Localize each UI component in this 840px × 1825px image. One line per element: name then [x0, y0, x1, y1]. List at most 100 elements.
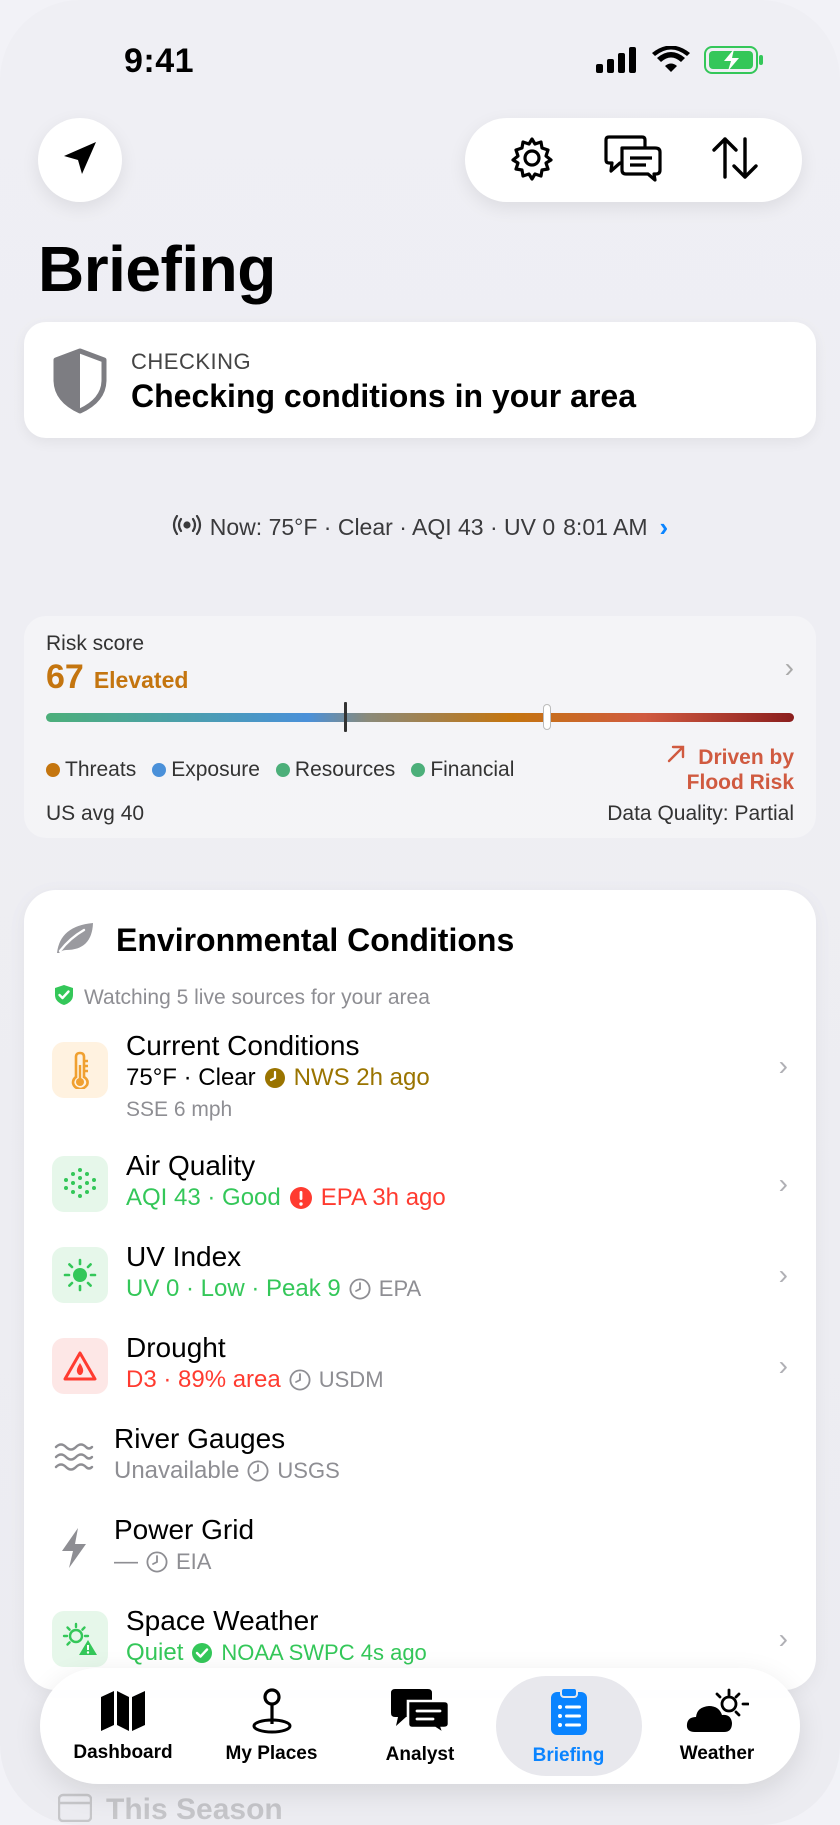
row-value: UV 0 · Low · Peak 9	[126, 1275, 341, 1302]
row-source: EPA	[378, 1276, 422, 1301]
clock-icon	[247, 1460, 269, 1482]
this-season-label: This Season	[106, 1792, 283, 1825]
legend-item-financial: Financial	[411, 758, 514, 782]
row-title: Air Quality	[126, 1150, 256, 1181]
partly-cloudy-icon	[685, 1688, 750, 1739]
map-icon	[99, 1689, 147, 1738]
sort-button[interactable]	[695, 120, 775, 200]
row-value: 75°F · Clear	[126, 1064, 256, 1091]
row-status: AQI 43 · Good EPA 3h ago	[126, 1184, 446, 1212]
sun-icon	[52, 1247, 108, 1303]
clipboard-icon	[549, 1686, 589, 1741]
current-conditions-summary[interactable]: Now: 75°F · Clear · AQI 43 · UV 0 8:01 A…	[0, 512, 840, 543]
legend-item-resources: Resources	[275, 758, 396, 782]
row-title: River Gauges	[114, 1423, 286, 1454]
leaf-icon	[54, 920, 96, 961]
tab-weather[interactable]: Weather	[644, 1676, 790, 1776]
risk-score-knob	[543, 704, 552, 730]
thermometer-icon	[52, 1042, 108, 1098]
risk-label: Risk score	[46, 632, 145, 655]
env-row-uv-index[interactable]: UV Index UV 0 · Low · Peak 9 EPA ›	[24, 1241, 816, 1317]
env-row-air-quality[interactable]: Air Quality AQI 43 · Good EPA 3h ago ›	[24, 1150, 816, 1226]
clock-icon	[349, 1278, 371, 1300]
status-time: 9:41	[124, 42, 195, 80]
chat-button[interactable]	[593, 120, 673, 200]
row-value: Unavailable	[114, 1457, 240, 1484]
env-watching: Watching 5 live sources for your area	[54, 984, 430, 1012]
chevron-right-icon: ›	[778, 1168, 788, 1199]
row-source: USGS	[277, 1458, 340, 1483]
row-value: D3 · 89% area	[126, 1366, 281, 1393]
water-waves-icon	[52, 1429, 96, 1485]
space-weather-icon	[52, 1611, 108, 1667]
tab-label: Dashboard	[73, 1741, 173, 1763]
tab-label: My Places	[225, 1742, 318, 1764]
tab-briefing[interactable]: Briefing	[495, 1676, 642, 1776]
check-shield-icon	[54, 984, 74, 1012]
screen: 9:41 Briefing CHECKING Checking conditio…	[0, 0, 840, 1825]
pin-icon	[248, 1687, 296, 1739]
legend-dot	[275, 763, 290, 777]
risk-score-number: 67	[46, 658, 84, 696]
header-toolbar	[465, 118, 802, 202]
chat-bubbles-icon	[388, 1687, 452, 1740]
lightning-bolt-icon	[52, 1520, 96, 1576]
row-source: NWS 2h ago	[293, 1064, 430, 1091]
now-text: Now: 75°F · Clear · AQI 43 · UV 0	[209, 514, 556, 540]
row-status: Quiet NOAA SWPC 4s ago	[126, 1639, 427, 1667]
row-value: Quiet	[126, 1639, 184, 1666]
row-status: D3 · 89% area USDM	[126, 1366, 384, 1394]
row-source: EPA 3h ago	[320, 1184, 446, 1211]
chevron-right-icon: ›	[778, 1623, 788, 1654]
checkmark-circle-icon	[191, 1642, 213, 1664]
broadcast-icon	[172, 514, 202, 541]
row-title: Drought	[126, 1332, 226, 1363]
row-status: UV 0 · Low · Peak 9 EPA	[126, 1275, 421, 1303]
drought-warning-icon	[52, 1338, 108, 1394]
chevron-right-icon: ›	[659, 512, 669, 542]
row-title: Current Conditions	[126, 1030, 360, 1061]
env-row-river-gauges: River Gauges Unavailable USGS	[24, 1423, 816, 1499]
sort-arrows-icon	[710, 135, 760, 186]
risk-gradient-bar	[46, 713, 794, 722]
clock-icon	[289, 1369, 311, 1391]
row-status: Unavailable USGS	[114, 1457, 340, 1485]
tab-dashboard[interactable]: Dashboard	[50, 1676, 196, 1776]
tab-my-places[interactable]: My Places	[199, 1676, 345, 1776]
env-header: Environmental Conditions	[54, 920, 514, 961]
risk-driver[interactable]: Driven by Flood Risk	[666, 744, 794, 795]
arrow-up-right-icon	[666, 744, 686, 770]
wifi-icon	[652, 45, 690, 79]
checking-title: Checking conditions in your area	[131, 378, 636, 414]
risk-score-card[interactable]: Risk score 67 Elevated › Threats Exposure…	[24, 616, 816, 838]
env-row-drought[interactable]: Drought D3 · 89% area USDM ›	[24, 1332, 816, 1408]
row-value: AQI 43 · Good	[126, 1184, 281, 1211]
row-status: — EIA	[114, 1548, 211, 1576]
chevron-right-icon: ›	[778, 1259, 788, 1290]
row-title: Space Weather	[126, 1605, 319, 1636]
us-average: US avg 40	[46, 802, 145, 825]
tab-label: Briefing	[532, 1744, 605, 1766]
env-row-current-conditions[interactable]: Current Conditions 75°F · Clear NWS 2h a…	[24, 1030, 816, 1130]
row-source: EIA	[176, 1549, 212, 1574]
air-particles-icon	[52, 1156, 108, 1212]
legend-label: Resources	[294, 758, 396, 781]
environmental-conditions-card: Environmental Conditions Watching 5 live…	[24, 890, 816, 1690]
location-arrow-icon	[60, 138, 100, 183]
battery-charging-icon	[704, 46, 764, 79]
checking-card[interactable]: CHECKING Checking conditions in your are…	[24, 322, 816, 438]
legend-item-threats: Threats	[46, 758, 136, 782]
shield-icon	[52, 348, 108, 419]
chevron-right-icon: ›	[784, 652, 794, 683]
tab-label: Weather	[679, 1742, 755, 1764]
status-bar: 9:41	[0, 38, 840, 84]
tab-analyst[interactable]: Analyst	[347, 1676, 493, 1776]
calendar-icon	[57, 1792, 93, 1825]
row-status: 75°F · Clear NWS 2h ago	[126, 1064, 430, 1092]
status-icons	[596, 45, 764, 79]
risk-level: Elevated	[93, 667, 189, 693]
settings-button[interactable]	[492, 120, 572, 200]
chat-bubbles-icon	[602, 134, 664, 187]
us-average-marker	[344, 702, 348, 732]
location-button[interactable]	[38, 118, 122, 202]
